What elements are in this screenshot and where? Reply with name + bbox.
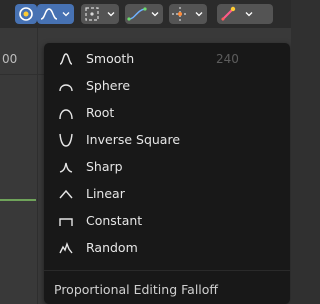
- viewport-header: [0, 0, 291, 28]
- menu-item-linear[interactable]: Linear: [44, 183, 290, 205]
- falloff-menu: Smooth Sphere Root Inverse Square Sharp: [44, 43, 290, 304]
- menu-item-label: Random: [86, 240, 138, 255]
- menu-item-sphere[interactable]: Sphere: [44, 75, 290, 97]
- curve-dropdown[interactable]: [125, 4, 163, 24]
- pivot-dropdown[interactable]: [169, 4, 207, 24]
- menu-separator: [44, 270, 290, 271]
- shading-dropdown[interactable]: [217, 4, 273, 24]
- menu-item-label: Linear: [86, 186, 125, 201]
- chevron-down-icon: [151, 12, 159, 17]
- timeline-marker-line: [0, 199, 36, 201]
- menu-item-sharp[interactable]: Sharp: [44, 156, 290, 178]
- constant-falloff-icon: [59, 218, 73, 226]
- root-falloff-icon: [59, 109, 73, 120]
- sharp-falloff-icon: [59, 162, 73, 173]
- ruler-label: 00: [2, 52, 18, 66]
- menu-item-label: Root: [86, 105, 115, 120]
- grid-line: [37, 28, 38, 304]
- menu-item-inverse-square[interactable]: Inverse Square: [44, 129, 290, 151]
- inverse-square-falloff-icon: [59, 133, 73, 147]
- menu-item-constant[interactable]: Constant: [44, 210, 290, 232]
- menu-item-root[interactable]: Root: [44, 102, 290, 124]
- chevron-down-icon: [245, 12, 253, 17]
- chevron-down-icon: [62, 12, 70, 17]
- menu-item-random[interactable]: Random: [44, 237, 290, 259]
- linear-falloff-icon: [59, 189, 73, 199]
- random-falloff-icon: [59, 241, 73, 254]
- blender-window: 00 240 Smooth Sphere Root Inverse Square…: [0, 0, 291, 304]
- menu-item-label: Smooth: [86, 51, 135, 66]
- falloff-dropdown-button[interactable]: [37, 4, 74, 24]
- proportional-editing-toggle[interactable]: [15, 4, 37, 24]
- proportional-editing-icon: [19, 7, 33, 21]
- menu-item-label: Sharp: [86, 159, 123, 174]
- snap-target-dropdown[interactable]: [81, 4, 119, 24]
- smooth-falloff-icon: [59, 53, 73, 65]
- sphere-falloff-icon: [59, 84, 73, 92]
- chevron-down-icon: [195, 12, 203, 17]
- menu-item-label: Inverse Square: [86, 132, 181, 147]
- ruler-label: 240: [216, 52, 239, 66]
- chevron-down-icon: [107, 12, 115, 17]
- menu-title: Proportional Editing Falloff: [54, 282, 219, 297]
- menu-item-smooth[interactable]: Smooth: [44, 48, 290, 70]
- menu-item-label: Sphere: [86, 78, 131, 93]
- menu-item-label: Constant: [86, 213, 143, 228]
